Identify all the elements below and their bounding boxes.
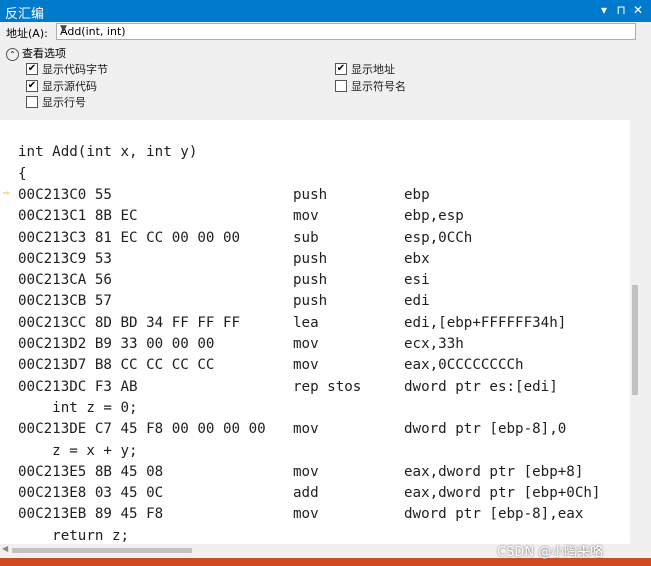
checkbox-show-line-numbers[interactable]: 显示行号 xyxy=(26,94,86,110)
mnemonic: mov xyxy=(293,336,319,352)
source-text: { xyxy=(18,165,27,182)
mnemonic: push xyxy=(293,293,328,310)
asm-line: 00C213E8 03 45 0C add eax,dword ptr [ebp+0… xyxy=(0,485,630,506)
checkbox-show-address[interactable]: ✔ 显示地址 xyxy=(335,61,395,77)
asm-line: 00C213C0 55 push ebp xyxy=(0,187,630,208)
chevron-down-icon[interactable]: ▼ xyxy=(60,24,633,34)
address-bytes: 00C213D2 B9 33 00 00 00 xyxy=(18,336,215,352)
source-line: { xyxy=(0,166,630,187)
operands: eax,dword ptr [ebp+8] xyxy=(404,463,584,480)
address-input[interactable]: Add(int, int) ▼ xyxy=(56,23,636,40)
window-title: 反汇编 xyxy=(5,7,45,22)
source-line: int z = 0; xyxy=(0,400,630,421)
watermark: CSDN @小陶来咯 xyxy=(497,545,604,560)
mnemonic: mov xyxy=(293,506,319,523)
checkbox-show-code-bytes[interactable]: ✔ 显示代码字节 xyxy=(26,61,108,77)
mnemonic: mov xyxy=(293,357,319,374)
pin-button[interactable]: ⊓ xyxy=(613,2,629,18)
address-bytes: 00C213DE C7 45 F8 00 00 00 00 xyxy=(18,421,266,438)
asm-line: 00C213C9 53 push ebx xyxy=(0,251,630,272)
asm-line: 00C213CA 56 push esi xyxy=(0,272,630,293)
view-options-toggle[interactable]: ⌃ 查看选项 xyxy=(6,45,66,61)
address-label: 地址(A): xyxy=(6,27,48,40)
horizontal-scroll-thumb[interactable] xyxy=(12,548,192,553)
address-bytes: 00C213DC F3 AB xyxy=(18,378,138,395)
operands: dword ptr [ebp-8],eax xyxy=(404,506,584,523)
checkbox-icon[interactable]: ✔ xyxy=(26,63,38,75)
address-bytes: 00C213CA 56 xyxy=(18,272,112,289)
vertical-scrollbar[interactable] xyxy=(630,120,651,544)
address-bytes: 00C213C9 53 xyxy=(18,250,112,267)
asm-line: 00C213DE C7 45 F8 00 00 00 00 mov dword pt… xyxy=(0,421,630,442)
checkbox-show-source[interactable]: ✔ 显示源代码 xyxy=(26,78,97,94)
asm-line: 00C213C1 8B EC mov ebp,esp xyxy=(0,208,630,229)
address-bytes: 00C213CB 57 xyxy=(18,293,112,310)
source-text: int Add(int x, int y) xyxy=(18,144,198,161)
address-bytes: 00C213C3 81 EC CC 00 00 00 xyxy=(18,229,241,246)
asm-line: 00C213CB 57 push edi xyxy=(0,293,630,314)
operands: eax,dword ptr [ebp+0Ch] xyxy=(404,485,601,502)
mnemonic: push xyxy=(293,186,328,203)
asm-line: 00C213EB 89 45 F8 mov dword ptr [ebp-8],ea… xyxy=(0,506,630,527)
operands: dword ptr [ebp-8],0 xyxy=(404,421,567,438)
source-text: int z = 0; xyxy=(18,399,138,416)
view-options-panel: ⌃ 查看选项 ✔ 显示代码字节 ✔ 显示地址 ✔ 显示源代码 显示符号名 显示行号 xyxy=(0,43,651,118)
mnemonic: push xyxy=(293,272,328,289)
operands: edi,[ebp+FFFFFF34h] xyxy=(404,314,567,331)
address-bytes: 00C213C1 8B EC xyxy=(18,208,138,225)
operands: ebp xyxy=(404,186,430,203)
asm-line: 00C213D2 B9 33 00 00 00 mov ecx,33h xyxy=(0,336,630,357)
operands: edi xyxy=(404,293,430,310)
operands: esi xyxy=(404,272,430,289)
checkbox-icon[interactable] xyxy=(335,80,347,92)
checkbox-icon[interactable] xyxy=(26,96,38,108)
mnemonic: push xyxy=(293,250,328,267)
operands: eax,0CCCCCCCCh xyxy=(404,357,524,374)
address-bytes: 00C213E8 03 45 0C xyxy=(18,485,164,502)
mnemonic: mov xyxy=(293,463,319,480)
asm-line: 00C213CC 8D BD 34 FF FF FF lea edi,[ebp+FF… xyxy=(0,315,630,336)
disassembly-view[interactable]: ⇨ int Add(int x, int y){00C213C0 55 push e… xyxy=(0,120,630,544)
asm-line: 00C213D7 B8 CC CC CC CC mov eax,0CCCCCCCCh xyxy=(0,357,630,378)
address-bytes: 00C213CC 8D BD 34 FF FF FF xyxy=(18,314,241,331)
asm-line: 00C213C3 81 EC CC 00 00 00 sub esp,0CCh xyxy=(0,230,630,251)
checkbox-icon[interactable]: ✔ xyxy=(335,63,347,75)
collapse-icon[interactable]: ⌃ xyxy=(6,47,19,61)
source-text: z = x + y; xyxy=(18,442,138,459)
checkbox-icon[interactable]: ✔ xyxy=(26,80,38,92)
mnemonic: rep stos xyxy=(293,378,362,395)
address-bytes: 00C213C0 55 xyxy=(18,186,112,203)
vertical-scroll-thumb[interactable] xyxy=(632,285,638,395)
mnemonic: mov xyxy=(293,208,319,225)
source-line: z = x + y; xyxy=(0,443,630,464)
address-row: 地址(A): Add(int, int) ▼ xyxy=(0,22,651,42)
title-bar: 反汇编 ▾ ⊓ ✕ xyxy=(0,0,651,22)
address-bytes: 00C213D7 B8 CC CC CC CC xyxy=(18,357,215,374)
operands: ecx,33h xyxy=(404,336,464,352)
address-bytes: 00C213EB 89 45 F8 xyxy=(18,506,164,523)
scroll-left-icon[interactable]: ◀ xyxy=(2,544,8,553)
close-button[interactable]: ✕ xyxy=(630,2,646,18)
view-options-title: 查看选项 xyxy=(22,47,66,60)
mnemonic: sub xyxy=(293,229,319,246)
asm-line: 00C213E5 8B 45 08 mov eax,dword ptr [ebp+8… xyxy=(0,464,630,485)
asm-line: 00C213DC F3 AB rep stos dword ptr es:[edi] xyxy=(0,379,630,400)
mnemonic: mov xyxy=(293,421,319,438)
mnemonic: add xyxy=(293,485,319,502)
window-menu-button[interactable]: ▾ xyxy=(596,2,612,18)
operands: ebx xyxy=(404,250,430,267)
address-bytes: 00C213E5 8B 45 08 xyxy=(18,463,164,480)
operands: esp,0CCh xyxy=(404,229,473,246)
source-text: return z; xyxy=(18,527,130,544)
source-line: int Add(int x, int y) xyxy=(0,144,630,165)
operands: ebp,esp xyxy=(404,208,464,225)
checkbox-show-symbol-names[interactable]: 显示符号名 xyxy=(335,78,406,94)
operands: dword ptr es:[edi] xyxy=(404,378,558,395)
mnemonic: lea xyxy=(293,314,319,331)
